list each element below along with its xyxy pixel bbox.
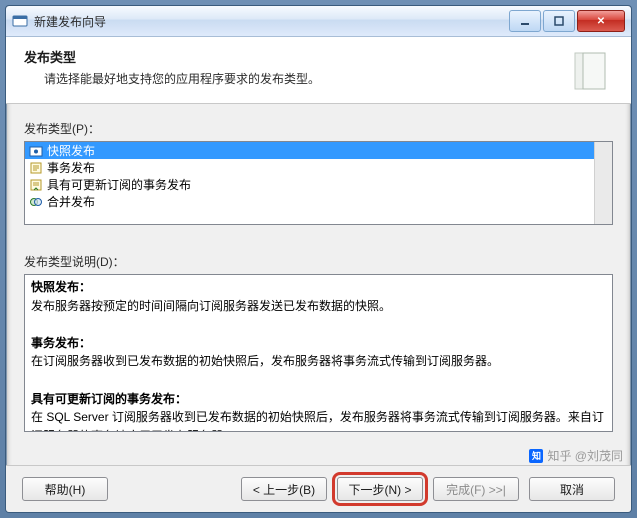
finish-button: 完成(F) >>|: [433, 477, 519, 501]
next-button[interactable]: 下一步(N) >: [337, 477, 423, 501]
desc-heading: 快照发布：: [31, 280, 91, 294]
list-item[interactable]: 合并发布: [25, 193, 612, 210]
updatable-transaction-icon: [29, 178, 43, 192]
desc-heading: 事务发布：: [31, 336, 91, 350]
window-title: 新建发布向导: [34, 13, 509, 30]
list-scrollbar[interactable]: [594, 142, 612, 224]
header-subtitle: 请选择能最好地支持您的应用程序要求的发布类型。: [44, 70, 565, 87]
types-label: 发布类型(P)：: [24, 120, 613, 137]
list-item[interactable]: 具有可更新订阅的事务发布: [25, 176, 612, 193]
list-item-label: 快照发布: [47, 142, 95, 159]
back-button[interactable]: < 上一步(B): [241, 477, 327, 501]
list-item-label: 事务发布: [47, 159, 95, 176]
list-item-label: 具有可更新订阅的事务发布: [47, 176, 191, 193]
snapshot-icon: [29, 144, 43, 158]
desc-text: 在订阅服务器收到已发布数据的初始快照后，发布服务器将事务流式传输到订阅服务器。: [31, 352, 606, 371]
button-bar: 帮助(H) < 上一步(B) 下一步(N) > 完成(F) >>| 取消: [6, 465, 631, 512]
help-button[interactable]: 帮助(H): [22, 477, 108, 501]
maximize-button[interactable]: [543, 10, 575, 32]
merge-icon: [29, 195, 43, 209]
desc-text: 发布服务器按预定的时间间隔向订阅服务器发送已发布数据的快照。: [31, 297, 606, 316]
desc-heading: 具有可更新订阅的事务发布：: [31, 392, 187, 406]
wizard-window: 新建发布向导 ✕ 发布类型 请选择能最好地支持您的应用程序要求的发布类型。 发布…: [5, 5, 632, 513]
watermark-text: 知乎 @刘茂同: [547, 447, 623, 464]
transaction-icon: [29, 161, 43, 175]
titlebar[interactable]: 新建发布向导 ✕: [6, 6, 631, 37]
description-box[interactable]: 快照发布： 发布服务器按预定的时间间隔向订阅服务器发送已发布数据的快照。 事务发…: [24, 274, 613, 432]
description-label: 发布类型说明(D)：: [24, 253, 613, 270]
publication-type-list[interactable]: 快照发布 事务发布 具有可更新订阅的事务发布 合并发布: [24, 141, 613, 225]
cancel-button[interactable]: 取消: [529, 477, 615, 501]
list-item[interactable]: 事务发布: [25, 159, 612, 176]
header-icon: [565, 47, 613, 95]
list-item-label: 合并发布: [47, 193, 95, 210]
desc-text: 在 SQL Server 订阅服务器收到已发布数据的初始快照后，发布服务器将事务…: [31, 408, 606, 432]
wizard-header: 发布类型 请选择能最好地支持您的应用程序要求的发布类型。: [6, 37, 631, 104]
minimize-button[interactable]: [509, 10, 541, 32]
zhihu-icon: 知: [529, 449, 543, 463]
app-icon: [12, 13, 28, 29]
list-item[interactable]: 快照发布: [25, 142, 612, 159]
watermark: 知 知乎 @刘茂同: [529, 447, 623, 464]
close-button[interactable]: ✕: [577, 10, 625, 32]
header-title: 发布类型: [24, 47, 565, 66]
